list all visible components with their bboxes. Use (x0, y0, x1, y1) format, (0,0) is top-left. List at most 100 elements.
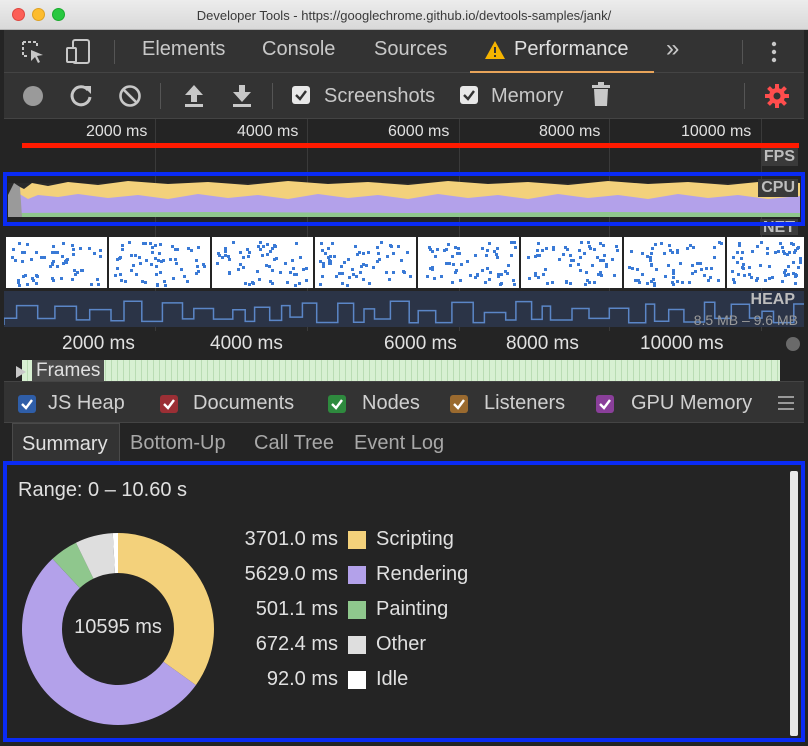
screenshot-dot (599, 273, 603, 277)
screenshot-dot (430, 268, 434, 272)
screenshot-dot (578, 255, 582, 259)
timeline-overview[interactable]: 2000 ms 4000 ms 6000 ms 8000 ms 10000 ms… (4, 119, 804, 331)
more-options-icon[interactable] (770, 40, 778, 69)
settings-gear-icon[interactable] (764, 83, 790, 114)
screenshot-dot (458, 251, 462, 255)
gpu-memory-checkbox[interactable] (596, 395, 614, 413)
upload-icon[interactable] (182, 83, 206, 114)
screenshot-dot (365, 263, 369, 267)
tab-separator (742, 40, 743, 64)
screenshot-dot (428, 246, 432, 250)
screenshot-dot (286, 280, 290, 284)
screenshot-dot (789, 242, 793, 246)
collect-garbage-icon[interactable] (591, 82, 611, 113)
tab-sources[interactable]: Sources (374, 38, 447, 61)
screenshot-dot (731, 255, 735, 259)
toolbar-separator (744, 83, 745, 109)
screenshot-dot (570, 258, 574, 262)
screenshot-dot (792, 261, 796, 264)
screenshot-dot (798, 260, 802, 264)
screenshot-dot (496, 255, 500, 259)
reload-icon[interactable] (68, 83, 94, 114)
screenshot-dot (451, 254, 455, 258)
nodes-checkbox[interactable] (328, 395, 346, 413)
screenshot-thumbnail[interactable] (624, 237, 725, 288)
screenshot-dot (691, 272, 695, 276)
frames-label: Frames (32, 360, 105, 381)
screenshot-dot (270, 269, 274, 273)
screenshot-dot (535, 248, 539, 252)
tab-elements[interactable]: Elements (142, 38, 225, 61)
screenshot-dot (536, 241, 540, 245)
timeline-scroll-indicator[interactable] (786, 337, 800, 351)
screenshot-dot (294, 283, 298, 287)
tab-call-tree[interactable]: Call Tree (254, 432, 334, 455)
screenshot-dot (388, 278, 392, 282)
js-heap-checkbox[interactable] (18, 395, 36, 413)
screenshot-dot (172, 276, 176, 280)
screenshot-dot (795, 273, 799, 277)
timeline-ruler-tick: 4000 ms (210, 333, 283, 354)
screenshot-dot (154, 272, 158, 276)
documents-checkbox[interactable] (160, 395, 178, 413)
download-icon[interactable] (230, 83, 254, 114)
screenshot-thumbnail[interactable] (727, 237, 804, 288)
tab-console[interactable]: Console (262, 38, 335, 61)
tab-summary[interactable]: Summary (12, 423, 120, 463)
screenshot-dot (25, 283, 29, 287)
screenshot-dot (434, 254, 438, 258)
screenshot-dot (468, 273, 472, 277)
js-heap-label: JS Heap (48, 392, 125, 414)
record-icon[interactable] (22, 85, 44, 112)
device-toolbar-icon[interactable] (64, 37, 94, 72)
screenshot-dot (542, 273, 546, 277)
screenshot-dot (266, 243, 270, 247)
summary-scrollbar[interactable] (790, 471, 798, 736)
more-tabs-button[interactable]: » (666, 35, 679, 63)
screenshots-checkbox[interactable] (292, 86, 310, 104)
tab-event-log[interactable]: Event Log (354, 432, 444, 455)
legend-menu-icon[interactable] (778, 396, 794, 415)
screenshot-dot (144, 281, 148, 284)
screenshot-dot (138, 261, 142, 265)
screenshot-dot (12, 247, 16, 251)
screenshot-dot (633, 279, 637, 282)
screenshot-dot (589, 246, 593, 250)
tab-performance[interactable]: Performance (470, 30, 654, 73)
tab-bottom-up[interactable]: Bottom-Up (130, 432, 226, 455)
screenshot-dot (391, 270, 395, 274)
screenshot-dot (346, 283, 350, 287)
screenshot-dot (455, 251, 459, 255)
screenshot-dot (360, 264, 364, 268)
screenshot-dot (391, 251, 395, 255)
screenshot-dot (459, 262, 463, 266)
memory-checkbox[interactable] (460, 86, 478, 104)
clear-icon[interactable] (118, 84, 142, 113)
screenshot-dot (707, 279, 711, 283)
warning-icon (484, 40, 506, 65)
screenshot-dot (540, 249, 544, 252)
screenshot-thumbnail[interactable] (109, 237, 210, 288)
inspect-element-icon[interactable] (20, 39, 46, 70)
screenshot-dot (654, 267, 658, 271)
fps-track-label: FPS (760, 148, 798, 166)
screenshot-thumbnail[interactable] (315, 237, 416, 288)
screenshot-dot (732, 277, 736, 281)
screenshot-thumbnail[interactable] (418, 237, 519, 288)
screenshot-dot (689, 244, 693, 248)
listeners-checkbox[interactable] (450, 395, 468, 413)
screenshot-dot (584, 282, 588, 286)
screenshot-dot (190, 248, 194, 252)
screenshot-thumbnail[interactable] (212, 237, 313, 288)
screenshot-thumbnail[interactable] (6, 237, 107, 288)
screenshot-dot (348, 276, 352, 280)
screenshot-thumbnail[interactable] (521, 237, 622, 288)
screenshot-dot (238, 263, 242, 267)
screenshot-dot (796, 266, 800, 269)
screenshot-dot (681, 281, 685, 285)
screenshot-dot (615, 244, 619, 248)
screenshot-dot (376, 251, 380, 255)
frames-track[interactable]: Frames (4, 360, 804, 381)
screenshot-dot (141, 280, 145, 284)
performance-toolbar: Screenshots Memory (4, 73, 804, 119)
